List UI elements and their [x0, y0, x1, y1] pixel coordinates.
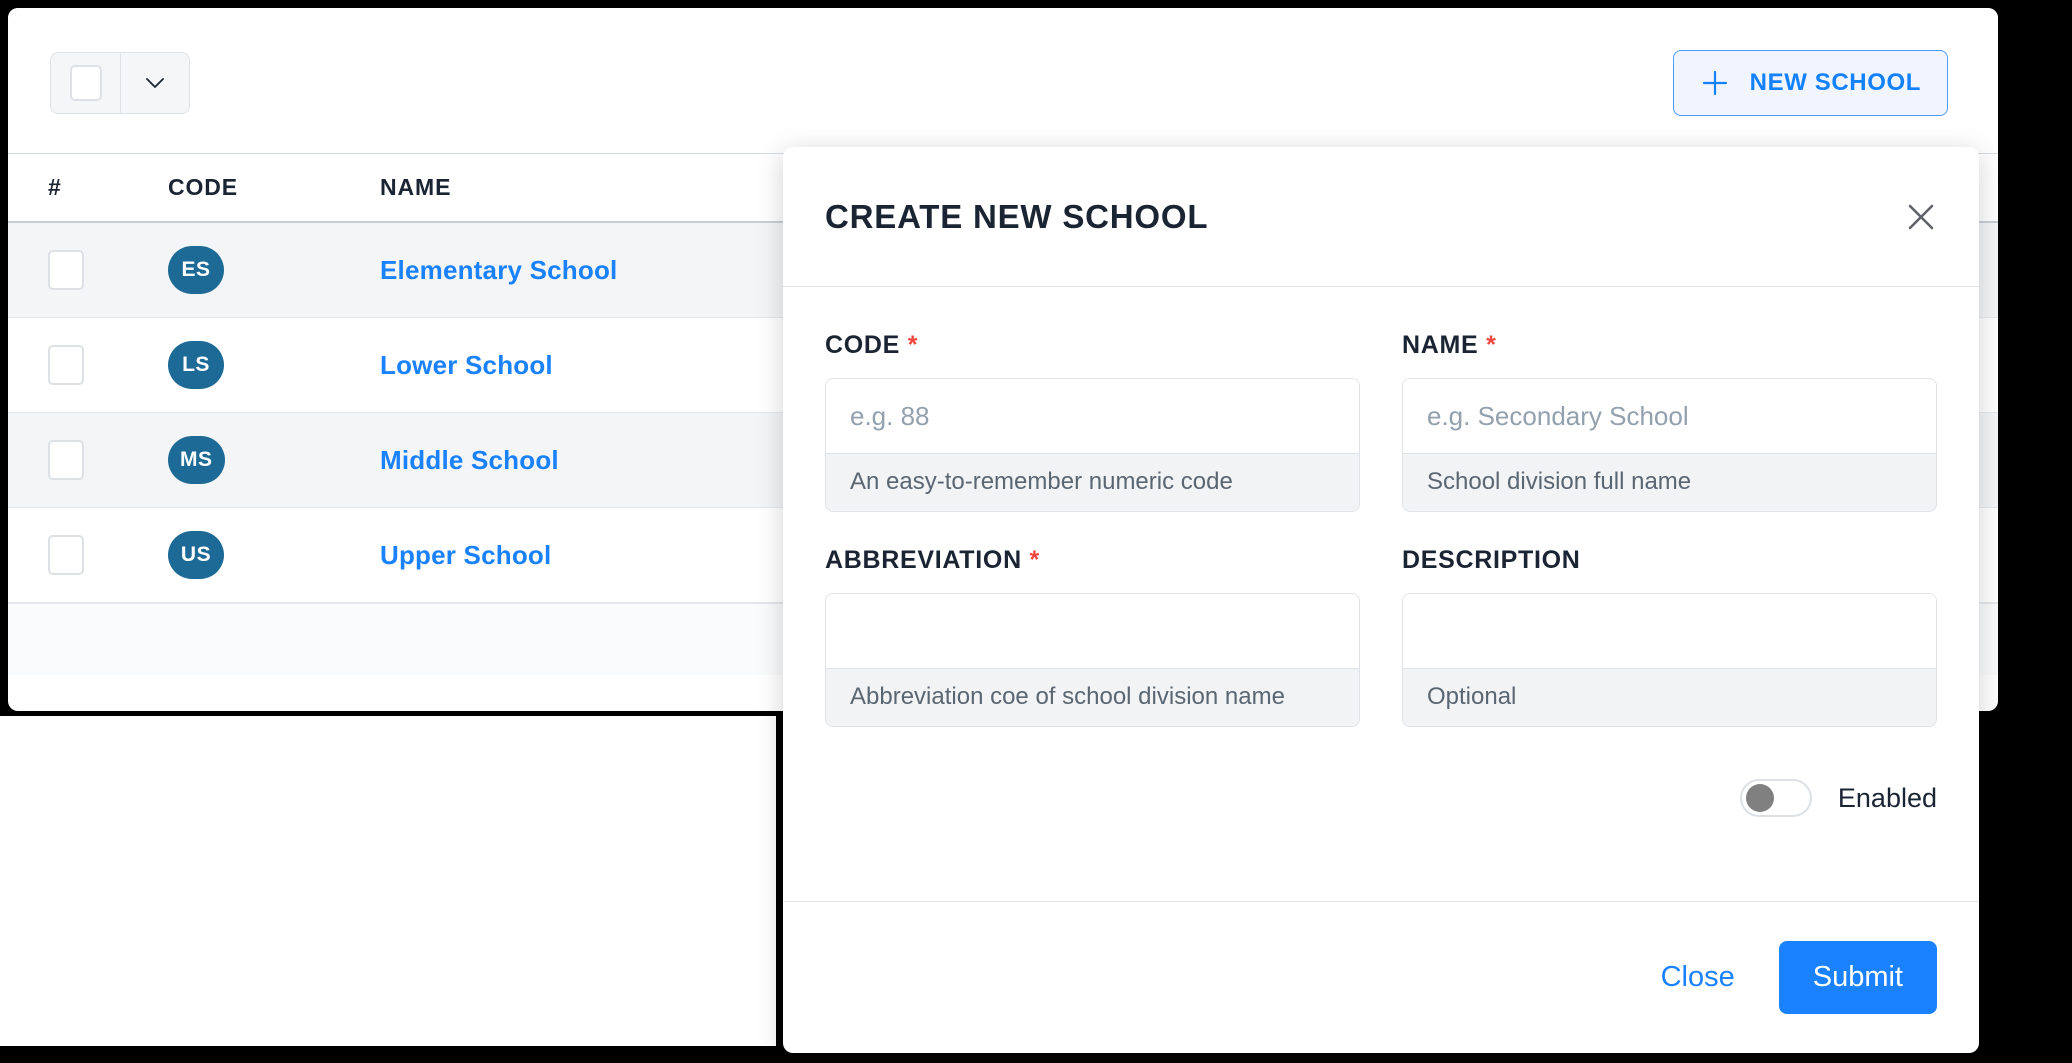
modal-title: CREATE NEW SCHOOL	[825, 197, 1209, 235]
required-asterisk: *	[907, 331, 919, 359]
row-checkbox-icon[interactable]	[48, 535, 84, 575]
toggle-knob-icon	[1745, 784, 1774, 812]
close-icon[interactable]	[1903, 199, 1939, 235]
code-help-text: An easy-to-remember numeric code	[826, 453, 1359, 511]
row-checkbox-icon[interactable]	[48, 250, 84, 290]
enabled-toggle[interactable]	[1739, 779, 1812, 817]
row-checkbox-icon[interactable]	[48, 440, 84, 480]
row-checkbox-cell[interactable]	[8, 250, 168, 290]
close-button[interactable]: Close	[1661, 961, 1735, 994]
checkbox-icon	[69, 65, 102, 101]
code-field-label: CODE *	[825, 331, 1360, 360]
code-label-text: CODE	[825, 331, 901, 359]
row-code-cell: US	[168, 531, 380, 579]
chevron-down-icon	[146, 78, 164, 88]
field-group-name: NAME * School division full name	[1402, 331, 1937, 512]
row-code-cell: ES	[168, 246, 380, 294]
submit-button[interactable]: Submit	[1778, 941, 1937, 1014]
field-group-code: CODE * An easy-to-remember numeric code	[825, 331, 1360, 512]
row-checkbox-icon[interactable]	[48, 345, 84, 385]
code-badge: MS	[168, 436, 225, 484]
abbreviation-input-box: Abbreviation coe of school division name	[825, 593, 1360, 727]
new-school-button-label: NEW SCHOOL	[1749, 69, 1921, 96]
row-code-cell: MS	[168, 436, 380, 484]
description-input[interactable]	[1403, 594, 1936, 668]
enabled-toggle-label: Enabled	[1837, 782, 1937, 813]
school-name-link[interactable]: Upper School	[380, 540, 551, 570]
code-badge: ES	[168, 246, 224, 294]
abbreviation-field-label: ABBREVIATION *	[825, 546, 1360, 575]
column-header-index: #	[48, 174, 62, 200]
table-toolbar: NEW SCHOOL	[8, 8, 1998, 153]
plus-icon	[1702, 70, 1727, 96]
screen-root: NEW SCHOOL # CODE NAME ES Elementary Sch…	[0, 0, 2072, 1063]
abbreviation-label-text: ABBREVIATION	[825, 546, 1022, 574]
code-input-box: An easy-to-remember numeric code	[825, 378, 1360, 512]
code-input[interactable]	[826, 379, 1359, 453]
description-field-label: DESCRIPTION	[1402, 546, 1937, 575]
description-input-box: Optional	[1402, 593, 1937, 727]
form-grid: CODE * An easy-to-remember numeric code …	[825, 331, 1937, 727]
name-help-text: School division full name	[1403, 453, 1936, 511]
name-field-label: NAME *	[1402, 331, 1937, 360]
modal-footer: Close Submit	[783, 901, 1979, 1053]
modal-header: CREATE NEW SCHOOL	[783, 147, 1979, 287]
row-checkbox-cell[interactable]	[8, 440, 168, 480]
field-group-abbreviation: ABBREVIATION * Abbreviation coe of schoo…	[825, 546, 1360, 727]
code-badge: US	[168, 531, 224, 579]
field-group-description: DESCRIPTION Optional	[1402, 546, 1937, 727]
required-asterisk: *	[1029, 546, 1040, 574]
select-all-dropdown-group[interactable]	[50, 52, 190, 114]
new-school-button[interactable]: NEW SCHOOL	[1672, 50, 1948, 116]
row-checkbox-cell[interactable]	[8, 345, 168, 385]
name-input[interactable]	[1403, 379, 1936, 453]
name-input-box: School division full name	[1402, 378, 1937, 512]
school-name-link[interactable]: Lower School	[380, 350, 553, 380]
select-all-checkbox[interactable]	[51, 53, 121, 113]
select-all-dropdown-toggle[interactable]	[121, 53, 189, 113]
modal-body: CODE * An easy-to-remember numeric code …	[783, 287, 1979, 901]
abbreviation-help-text: Abbreviation coe of school division name	[826, 668, 1359, 726]
column-header-code: CODE	[168, 174, 239, 200]
abbreviation-input[interactable]	[826, 594, 1359, 668]
page-background-panel	[0, 716, 776, 1046]
row-code-cell: LS	[168, 341, 380, 389]
school-name-link[interactable]: Elementary School	[380, 255, 617, 285]
description-label-text: DESCRIPTION	[1402, 546, 1581, 574]
name-label-text: NAME	[1402, 331, 1479, 359]
description-help-text: Optional	[1403, 668, 1936, 726]
row-checkbox-cell[interactable]	[8, 535, 168, 575]
required-asterisk: *	[1486, 331, 1497, 359]
code-badge: LS	[168, 341, 224, 389]
create-new-school-modal: CREATE NEW SCHOOL CODE * An easy-to-reme…	[783, 147, 1979, 1053]
enabled-toggle-row: Enabled	[825, 779, 1937, 817]
school-name-link[interactable]: Middle School	[380, 445, 559, 475]
